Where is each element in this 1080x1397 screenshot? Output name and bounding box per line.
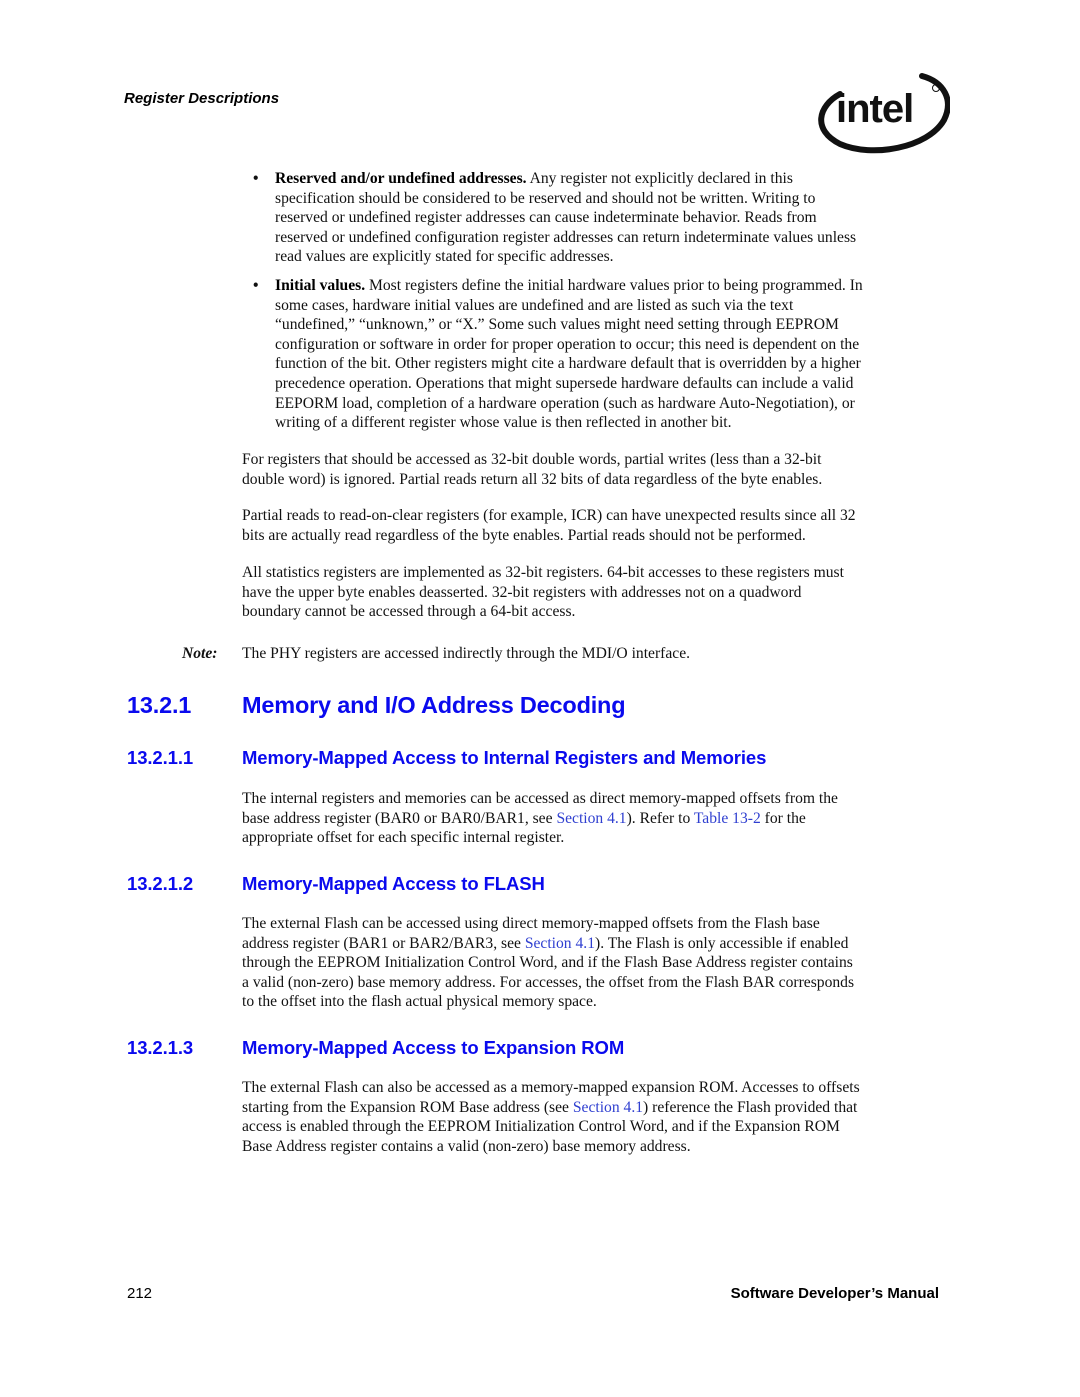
intel-logo-icon: intel	[818, 73, 950, 154]
paragraph-expansion-rom: The external Flash can also be accessed …	[242, 1079, 860, 1155]
bullet-initial-values: • Initial values. Most registers define …	[253, 277, 863, 432]
subsection-number: 13.2.1.3	[127, 1037, 194, 1058]
subsection-number: 13.2.1.1	[127, 747, 194, 768]
subsection-heading-expansion-rom: 13.2.1.3 Memory-Mapped Access to Expansio…	[127, 1037, 624, 1059]
section-title: Memory and I/O Address Decoding	[242, 692, 626, 718]
subsection-title: Memory-Mapped Access to Expansion ROM	[242, 1037, 625, 1058]
note-text: The PHY registers are accessed indirectl…	[242, 645, 691, 662]
bullet-lead: Reserved and/or undefined addresses.	[275, 170, 527, 187]
bullet-lead: Initial values.	[275, 277, 366, 294]
note-label: Note:	[182, 645, 218, 662]
subsection-number: 13.2.1.2	[127, 873, 194, 894]
bullet-icon: •	[253, 277, 259, 294]
subsection-heading-internal-registers: 13.2.1.1 Memory-Mapped Access to Internal…	[127, 747, 766, 769]
paragraph-partial-writes: For registers that should be accessed as…	[242, 451, 823, 488]
manual-title: Software Developer’s Manual	[730, 1285, 939, 1302]
paragraph-partial-reads: Partial reads to read-on-clear registers…	[242, 507, 856, 544]
section-number: 13.2.1	[127, 692, 192, 718]
paragraph-statistics-registers: All statistics registers are implemented…	[242, 564, 844, 621]
document-page: Register Descriptions intel • Reserved a…	[0, 0, 1080, 1397]
paragraph-flash: The external Flash can be accessed using…	[242, 915, 855, 1011]
section-4-1-link[interactable]: Section 4.1	[573, 1099, 643, 1116]
subsection-title: Memory-Mapped Access to Internal Registe…	[242, 747, 767, 768]
bullet-icon: •	[253, 170, 259, 187]
section-4-1-link[interactable]: Section 4.1	[556, 810, 626, 827]
subsection-title: Memory-Mapped Access to FLASH	[242, 873, 545, 894]
page-number: 212	[127, 1285, 153, 1302]
svg-text:intel: intel	[836, 87, 913, 131]
paragraph-internal-registers: The internal registers and memories can …	[242, 790, 838, 847]
running-head: Register Descriptions	[124, 90, 280, 107]
section-4-1-link[interactable]: Section 4.1	[525, 935, 595, 952]
table-13-2-link[interactable]: Table 13-2	[694, 810, 761, 827]
bullet-reserved-addresses: • Reserved and/or undefined addresses. A…	[253, 170, 857, 266]
section-heading: 13.2.1 Memory and I/O Address Decoding	[127, 692, 626, 719]
subsection-heading-flash: 13.2.1.2 Memory-Mapped Access to FLASH	[127, 873, 545, 895]
